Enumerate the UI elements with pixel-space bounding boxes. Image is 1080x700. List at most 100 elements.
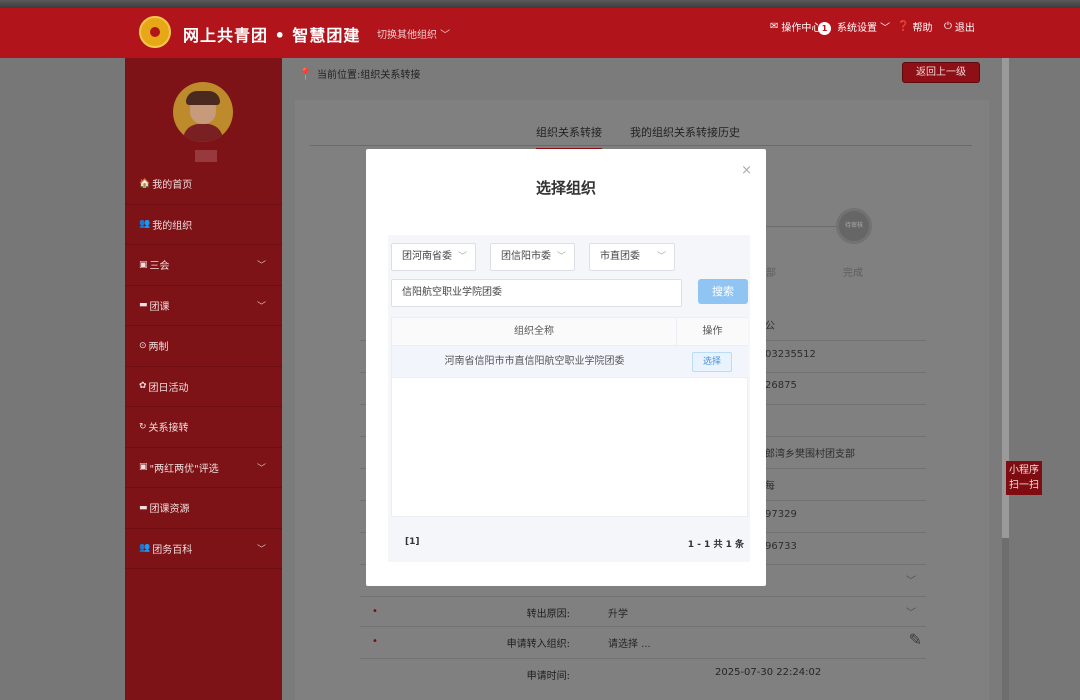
sidebar-item-my-org[interactable]: 👥 我的组织 xyxy=(125,205,282,245)
chevron-down-icon: ﹀ xyxy=(906,576,916,587)
settings-link[interactable]: 系统设置 ﹀ xyxy=(837,19,890,34)
table-row[interactable]: 河南省信阳市市直信阳航空职业学院团委 选择 xyxy=(392,346,748,378)
province-select[interactable]: 团河南省委 ﹀ xyxy=(391,243,476,271)
target-icon: ⊙ xyxy=(139,340,147,351)
apply-time-label: 申请时间: xyxy=(526,671,570,682)
bg-divider xyxy=(360,596,926,597)
breadcrumb-text: 当前位置:组织关系转接 xyxy=(316,70,421,81)
sidebar-item-label: 团务百科 xyxy=(152,544,193,556)
city-select-value: 团信阳市委 xyxy=(501,251,551,262)
col-header-action: 操作 xyxy=(677,318,748,346)
bg-divider xyxy=(360,626,926,627)
folder-icon: ▬ xyxy=(139,300,148,311)
mini-program-line2: 扫一扫 xyxy=(1009,480,1039,491)
chevron-down-icon: ﹀ xyxy=(256,301,266,312)
reason-value: 升学 xyxy=(608,609,628,620)
chevron-down-icon: ﹀ xyxy=(556,252,566,262)
sidebar-item-label: 我的首页 xyxy=(152,180,193,192)
bg-row-value: 每 xyxy=(765,481,775,492)
sidebar-item-league-day[interactable]: ✿ 团日活动 xyxy=(125,367,282,407)
required-mark: • xyxy=(372,636,378,647)
org-name-cell: 河南省信阳市市直信阳航空职业学院团委 xyxy=(444,356,625,367)
tab-divider xyxy=(310,145,972,146)
col-header-org-name: 组织全称 xyxy=(392,318,677,346)
sidebar-item-label: "两红两优"评选 xyxy=(149,463,219,475)
help-link[interactable]: ❓ 帮助 xyxy=(897,19,932,34)
reason-label: 转出原因: xyxy=(526,609,570,620)
sidebar-item-home[interactable]: 🏠 我的首页 xyxy=(125,164,282,205)
users-icon: 👥 xyxy=(139,543,151,554)
breadcrumb: 📍 当前位置:组织关系转接 xyxy=(298,66,421,82)
sidebar-item-two-systems[interactable]: ⊙ 两制 xyxy=(125,326,282,367)
chevron-down-icon: ﹀ xyxy=(457,252,467,262)
sidebar-item-label: 团课 xyxy=(149,301,170,313)
chevron-down-icon: ﹀ xyxy=(256,463,266,474)
bg-row-value: 26875 xyxy=(765,380,797,391)
chevron-down-icon: ﹀ xyxy=(256,544,266,555)
target-org-row[interactable]: • 申请转入组织: 请选择 ... ✎ xyxy=(360,628,926,656)
bg-divider xyxy=(360,658,926,659)
org-search-input[interactable]: 信阳航空职业学院团委 xyxy=(391,279,682,307)
org-table: 组织全称 操作 河南省信阳市市直信阳航空职业学院团委 选择 xyxy=(391,317,748,517)
apply-time-value: 2025-07-30 22:24:02 xyxy=(715,667,822,678)
sidebar-item-label: 团课资源 xyxy=(149,504,190,516)
required-mark: • xyxy=(372,606,378,617)
step-label-done: 完成 xyxy=(843,268,863,279)
step-circle: 待审核 xyxy=(836,208,872,244)
users-icon: 👥 xyxy=(139,219,151,230)
switch-org-dropdown[interactable]: 切换其他组织 ﹀ xyxy=(377,26,450,41)
district-select[interactable]: 市直团委 ﹀ xyxy=(589,243,675,271)
refresh-icon: ↻ xyxy=(139,421,147,432)
sidebar-item-label: 我的组织 xyxy=(152,220,193,232)
bg-row-value: 03235512 xyxy=(765,349,816,360)
edit-icon[interactable]: ✎ xyxy=(909,630,922,649)
help-icon: ❓ xyxy=(897,21,910,32)
pagination-total: 1 - 1 共 1 条 xyxy=(687,540,744,550)
sidebar-item-label: 关系接转 xyxy=(148,423,189,435)
step-label-partial: 部 xyxy=(766,268,776,279)
logout-link[interactable]: ⏻ 退出 xyxy=(944,19,975,34)
bg-row-value: 郎湾乡樊围村团支部 xyxy=(765,449,855,460)
folder-icon: ▬ xyxy=(139,502,148,513)
bg-row-value: 96733 xyxy=(765,541,797,552)
browser-strip xyxy=(0,0,1080,8)
close-icon[interactable]: × xyxy=(741,163,752,178)
recycle-icon: ✿ xyxy=(139,381,147,392)
settings-label: 系统设置 ﹀ xyxy=(837,23,891,34)
mini-program-line1: 小程序 xyxy=(1009,465,1039,476)
tab-history[interactable]: 我的组织关系转接历史 xyxy=(630,124,740,150)
tab-transfer[interactable]: 组织关系转接 xyxy=(536,124,602,150)
select-org-modal: 选择组织 × 团河南省委 ﹀ 团信阳市委 ﹀ 市直团委 ﹀ 信阳航空职业学院团委… xyxy=(366,149,766,586)
chevron-down-icon: ﹀ xyxy=(656,252,666,262)
mail-icon: ✉ xyxy=(770,21,779,32)
back-button[interactable]: 返回上一级 xyxy=(902,62,980,83)
edit-square-icon: ▣ xyxy=(139,259,148,270)
pagination-pages[interactable]: [1] xyxy=(405,537,420,547)
league-logo-icon xyxy=(139,16,171,48)
home-icon: 🏠 xyxy=(139,178,151,189)
reason-row[interactable]: • 转出原因: 升学 ﹀ xyxy=(360,598,926,626)
tab-bar: 组织关系转接 我的组织关系转接历史 xyxy=(536,124,740,150)
ops-center-label: 操作中心 xyxy=(781,23,822,34)
sidebar-item-label: 团日活动 xyxy=(148,382,189,394)
mini-program-qr-button[interactable]: 小程序 扫一扫 xyxy=(1006,461,1042,495)
sidebar-item-evaluation[interactable]: ▣ "两红两优"评选 ﹀ xyxy=(125,448,282,488)
target-org-label: 申请转入组织: xyxy=(506,639,570,650)
sidebar-item-encyclopedia[interactable]: 👥 团务百科 ﹀ xyxy=(125,529,282,569)
sidebar-item-three-meetings[interactable]: ▣ 三会 ﹀ xyxy=(125,245,282,286)
apply-time-row: 申请时间: 2025-07-30 22:24:02 xyxy=(360,660,926,688)
chevron-down-icon: ﹀ xyxy=(256,261,266,271)
sidebar-item-class-resources[interactable]: ▬ 团课资源 xyxy=(125,488,282,529)
province-select-value: 团河南省委 xyxy=(402,251,452,262)
select-org-button[interactable]: 选择 xyxy=(692,352,732,372)
user-avatar[interactable] xyxy=(173,82,233,142)
notification-badge: 1 xyxy=(818,22,831,35)
page-scrollbar[interactable] xyxy=(1002,58,1009,700)
search-button[interactable]: 搜索 xyxy=(698,279,748,304)
target-org-value: 请选择 ... xyxy=(608,639,651,650)
sidebar-item-transfer[interactable]: ↻ 关系接转 xyxy=(125,407,282,448)
user-name-blurred xyxy=(195,150,217,162)
ops-center-link[interactable]: ✉ 操作中心 xyxy=(770,19,821,34)
city-select[interactable]: 团信阳市委 ﹀ xyxy=(490,243,575,271)
sidebar-item-league-class[interactable]: ▬ 团课 ﹀ xyxy=(125,286,282,326)
